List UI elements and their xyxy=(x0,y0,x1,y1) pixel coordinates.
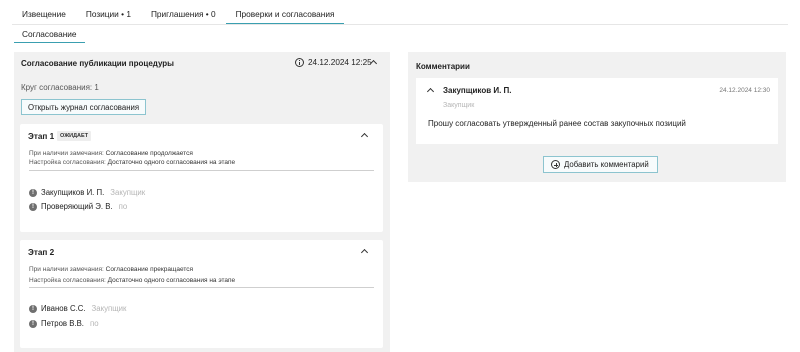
approver-role: по xyxy=(118,202,128,211)
approver-name: Проверяющий Э. В. xyxy=(41,202,113,211)
stage-setting: Настройка согласования: Достаточно одног… xyxy=(29,159,236,166)
comment-date: 24.12.2024 12:30 xyxy=(719,87,770,94)
approver-name: Петров В.В. xyxy=(41,319,84,328)
tab-checks-and-approvals[interactable]: Проверки и согласования xyxy=(225,4,345,24)
approver-row: ! Проверяющий Э. В. по xyxy=(29,202,127,211)
open-journal-button[interactable]: Открыть журнал согласования xyxy=(21,99,147,115)
add-comment-label: Добавить комментарий xyxy=(564,160,649,169)
info-icon[interactable] xyxy=(295,58,304,67)
comment-author-role: Закупщик xyxy=(443,102,475,109)
approver-role: по xyxy=(89,319,99,328)
exclamation-circle-icon: ! xyxy=(29,202,37,211)
comment-collapse-button[interactable] xyxy=(426,86,436,96)
add-comment-button[interactable]: Добавить комментарий xyxy=(543,156,658,173)
divider xyxy=(29,287,374,288)
divider xyxy=(29,170,374,171)
approval-date: 24.12.2024 12:25 xyxy=(295,58,372,67)
tab-positions[interactable]: Позиции • 1 xyxy=(76,4,141,24)
comment-text: Прошу согласовать утвержденный ранее сос… xyxy=(428,119,686,128)
stage-setting: Настройка согласования: Достаточно одног… xyxy=(29,277,236,284)
approval-header: Согласование публикации процедуры 24.12.… xyxy=(14,52,390,74)
approval-round: Круг согласования: 1 xyxy=(21,83,99,92)
approver-name: Закупщиков И. П. xyxy=(41,188,105,197)
tabs-divider xyxy=(12,24,788,25)
stage-collapse-button[interactable] xyxy=(360,247,370,257)
exclamation-circle-icon: ! xyxy=(29,304,37,313)
exclamation-circle-icon: ! xyxy=(29,188,37,197)
comment-card: Закупщиков И. П. 24.12.2024 12:30 Закупщ… xyxy=(416,78,778,144)
comments-panel: Комментарии Закупщиков И. П. 24.12.2024 … xyxy=(408,52,786,182)
comment-author: Закупщиков И. П. xyxy=(443,86,512,95)
stage-remark-condition: При наличии замечания: Согласование прек… xyxy=(29,266,194,273)
comments-title: Комментарии xyxy=(416,62,470,71)
approval-collapse-button[interactable] xyxy=(369,58,379,68)
stage-remark-condition: При наличии замечания: Согласование прод… xyxy=(29,150,193,157)
approver-row: ! Закупщиков И. П. Закупщик xyxy=(29,188,145,197)
approver-name: Иванов С.С. xyxy=(41,304,86,313)
subtab-approval[interactable]: Согласование xyxy=(14,28,85,43)
chevron-up-icon xyxy=(369,59,378,68)
tab-bar: Извещение Позиции • 1 Приглашения • 0 Пр… xyxy=(12,4,345,24)
approval-panel: Согласование публикации процедуры 24.12.… xyxy=(14,52,390,352)
chevron-up-icon xyxy=(360,248,369,257)
approval-date-text: 24.12.2024 12:25 xyxy=(308,58,372,67)
stage-card: Этап 1 ОЖИДАЕТ При наличии замечания: Со… xyxy=(20,124,383,232)
approval-title: Согласование публикации процедуры xyxy=(21,59,175,68)
stage-title: Этап 2 xyxy=(28,248,55,257)
approver-row: ! Петров В.В. по xyxy=(29,319,99,328)
tab-notice[interactable]: Извещение xyxy=(12,4,76,24)
approver-role: Закупщик xyxy=(110,188,146,197)
stage-collapse-button[interactable] xyxy=(360,131,370,141)
exclamation-circle-icon: ! xyxy=(29,319,37,328)
chevron-up-icon xyxy=(360,132,369,141)
stage-title: Этап 1 xyxy=(28,132,55,141)
approver-row: ! Иванов С.С. Закупщик xyxy=(29,304,126,313)
status-badge: ОЖИДАЕТ xyxy=(57,131,92,141)
chevron-up-icon xyxy=(426,87,435,96)
plus-circle-icon xyxy=(551,160,560,169)
tab-invitations[interactable]: Приглашения • 0 xyxy=(141,4,226,24)
stage-card: Этап 2 При наличии замечания: Согласован… xyxy=(20,240,383,348)
approver-role: Закупщик xyxy=(91,304,127,313)
